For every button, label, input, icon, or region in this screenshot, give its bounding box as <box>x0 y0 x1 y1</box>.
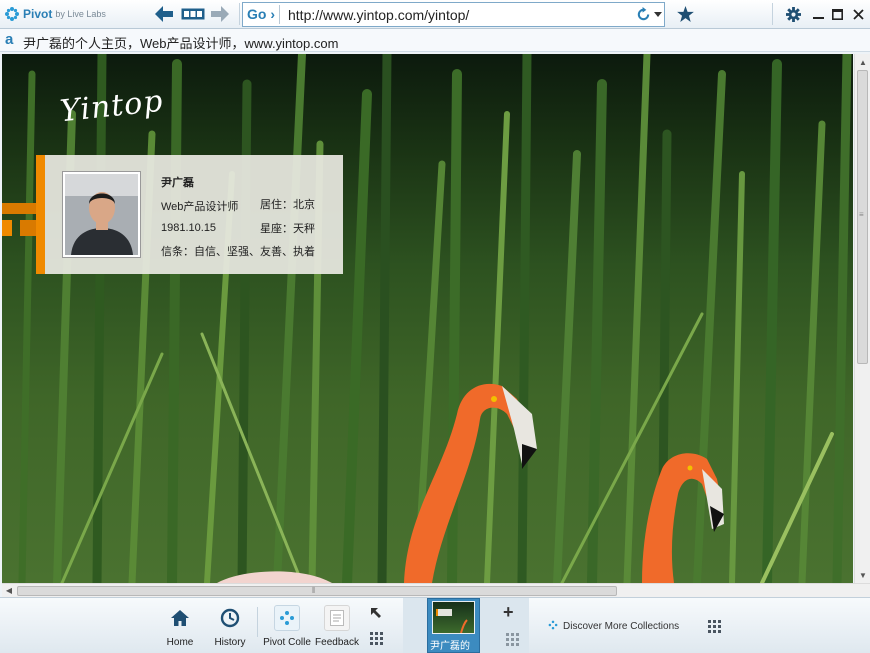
profile-avatar <box>63 172 140 257</box>
go-button[interactable]: Go › <box>247 6 275 22</box>
site-favicon: a <box>5 31 14 48</box>
card-decoration <box>20 220 36 236</box>
pivot-collections-label: Pivot Colle <box>263 637 311 648</box>
new-tab-button[interactable]: + <box>503 602 514 623</box>
arrow-left-icon <box>155 6 173 22</box>
top-toolbar: Pivot by Live Labs Go › http://www.yinto… <box>0 0 870 29</box>
home-button-label: Home <box>166 637 194 648</box>
arrow-right-icon <box>211 6 229 22</box>
web-content: Yintop 尹广磊 Web产品设计师 居住：北京 1981.10.15 星座：… <box>2 54 853 583</box>
scroll-up-arrow[interactable]: ▲ <box>858 57 868 67</box>
maximize-button[interactable] <box>828 5 846 23</box>
toolbar-separator <box>239 3 240 25</box>
address-dropdown[interactable] <box>653 7 663 22</box>
tab-thumbnail-label: 尹广磊的 <box>430 641 470 652</box>
horizontal-scroll-thumb[interactable]: ⦀ <box>17 586 617 596</box>
grass-background-image <box>18 54 852 583</box>
discover-collections-link[interactable]: Discover More Collections <box>563 621 679 632</box>
url-input[interactable]: http://www.yintop.com/yintop/ <box>288 7 469 23</box>
close-button[interactable] <box>849 5 867 23</box>
pin-button[interactable] <box>364 598 388 653</box>
open-tabs-strip: 尹广磊的 + <box>403 598 529 653</box>
page-tab-title: 尹广磊的个人主页，Web产品设计师，www.yintop.com <box>23 36 339 51</box>
chevron-down-icon <box>654 12 662 17</box>
app-brand: Pivot <box>23 7 53 21</box>
gear-icon <box>785 6 801 22</box>
pivot-icon <box>274 605 300 631</box>
home-icon <box>167 605 193 631</box>
profile-card: 尹广磊 Web产品设计师 居住：北京 1981.10.15 星座：天秤 信条：自… <box>45 155 343 274</box>
vertical-scrollbar[interactable]: ▲ ≡ ▼ <box>854 54 870 583</box>
app-logo: Pivot by Live Labs <box>4 5 106 23</box>
address-bar: Go › http://www.yintop.com/yintop/ <box>242 2 665 27</box>
pivot-small-icon <box>548 620 558 630</box>
pivot-logo-icon <box>5 7 19 21</box>
profile-birthday: 1981.10.15 <box>161 222 217 234</box>
tab-thumbnail-image <box>432 601 475 634</box>
scroll-down-arrow[interactable]: ▼ <box>858 570 868 580</box>
address-separator <box>279 5 280 24</box>
card-accent-bar <box>36 155 45 274</box>
profile-motto: 信条：自信、坚强、友善、执着 <box>161 246 315 258</box>
forward-button[interactable] <box>209 3 231 25</box>
back-button[interactable] <box>153 3 175 25</box>
tab-thumbnail-selected[interactable]: 尹广磊的 <box>427 598 480 653</box>
apps-grid-icon <box>506 633 519 646</box>
minimize-button[interactable] <box>809 5 827 23</box>
apps-grid-icon <box>370 632 383 645</box>
profile-photo <box>65 174 138 255</box>
profile-job: Web产品设计师 <box>161 201 239 213</box>
vertical-scroll-thumb[interactable]: ≡ <box>857 70 868 364</box>
pivot-collections-button[interactable]: Pivot Colle <box>263 598 311 653</box>
flamingo-right <box>642 453 724 583</box>
feedback-icon <box>324 605 350 631</box>
toolbar-separator <box>772 3 773 25</box>
close-icon <box>852 8 864 20</box>
page-tab-bar: a 尹广磊的个人主页，Web产品设计师，www.yintop.com <box>0 29 870 52</box>
arrow-up-left-icon <box>371 608 381 618</box>
app-brand-by: by Live Labs <box>55 9 106 19</box>
profile-residence: 居住：北京 <box>260 199 315 211</box>
bottom-separator <box>257 607 258 637</box>
star-icon <box>676 6 694 22</box>
settings-button[interactable] <box>784 5 802 23</box>
card-decoration <box>2 220 12 236</box>
horizontal-scrollbar[interactable]: ◀ ⦀ <box>2 583 870 597</box>
scroll-left-arrow[interactable]: ◀ <box>4 585 14 595</box>
minimize-icon <box>812 16 824 19</box>
profile-name: 尹广磊 <box>161 177 194 189</box>
history-button[interactable]: History <box>209 598 251 653</box>
refresh-icon[interactable] <box>636 7 651 22</box>
maximize-icon <box>831 8 843 20</box>
scroll-grip: ≡ <box>859 210 864 219</box>
feedback-button[interactable]: Feedback <box>314 598 360 653</box>
home-button[interactable]: Home <box>160 598 200 653</box>
clock-icon <box>217 605 243 631</box>
profile-zodiac: 星座：天秤 <box>260 223 315 235</box>
card-decoration <box>2 203 36 214</box>
apps-grid-icon[interactable] <box>708 620 721 633</box>
favorite-button[interactable] <box>676 5 694 23</box>
scroll-grip: ⦀ <box>312 586 316 595</box>
feedback-button-label: Feedback <box>315 637 359 648</box>
tiles-icon <box>181 8 204 20</box>
history-button-label: History <box>214 637 246 648</box>
tab-overview-button[interactable] <box>179 3 206 25</box>
